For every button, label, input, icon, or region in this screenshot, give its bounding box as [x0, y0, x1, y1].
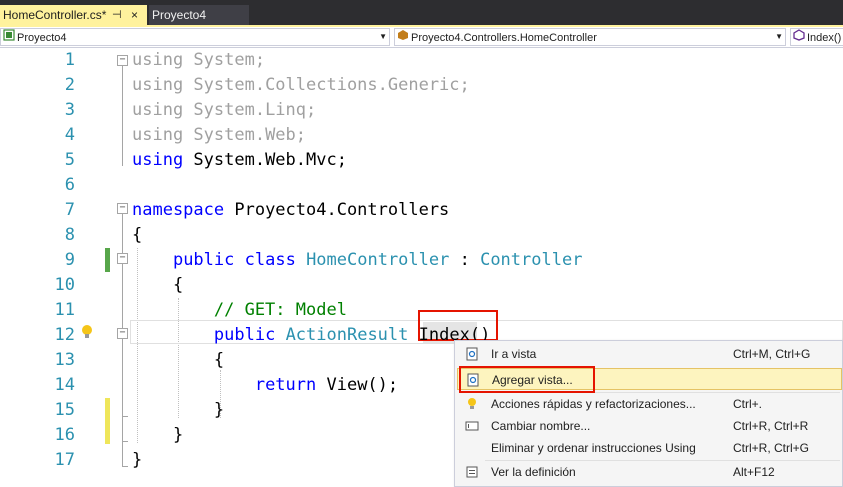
- code-text: using System.Web.Mvc;: [132, 150, 347, 170]
- line-number: 6: [64, 175, 75, 195]
- menu-item-label: Ver la definición: [491, 465, 576, 479]
- code-text: public class HomeController : Controller: [172, 250, 583, 270]
- code-text: {: [132, 350, 225, 370]
- menu-item-shortcut: Alt+F12: [733, 465, 775, 479]
- menu-item-shortcut: Ctrl+.: [733, 397, 763, 411]
- code-line: 4 using System.Web;: [0, 123, 843, 148]
- code-line: 3 using System.Linq;: [0, 98, 843, 123]
- tab-homecontroller[interactable]: HomeController.cs* ⊣ ×: [0, 5, 147, 25]
- menu-item-label: Cambiar nombre...: [491, 419, 591, 433]
- line-number: 10: [54, 275, 75, 295]
- peek-definition-icon: [466, 466, 478, 478]
- line-number: 14: [54, 375, 75, 395]
- pin-icon[interactable]: ⊣: [112, 5, 122, 25]
- line-number: 17: [54, 450, 75, 470]
- menu-item-eliminar-using[interactable]: Eliminar y ordenar instrucciones Using C…: [457, 437, 842, 459]
- context-menu: Ir a vista Ctrl+M, Ctrl+G Agregar vista.…: [454, 340, 843, 487]
- code-line: 7 namespace Proyecto4.Controllers: [0, 198, 843, 223]
- code-text: using System.Collections.Generic;: [132, 75, 470, 95]
- code-line: 5 using System.Web.Mvc;: [0, 148, 843, 173]
- class-dropdown-label: Proyecto4.Controllers.HomeController: [411, 32, 597, 44]
- project-dropdown[interactable]: Proyecto4 ▼: [0, 28, 390, 46]
- menu-item-label: Eliminar y ordenar instrucciones Using: [491, 441, 696, 455]
- dropdown-arrow-icon: ▼: [379, 32, 387, 41]
- line-number: 2: [64, 75, 75, 95]
- line-number: 16: [54, 425, 75, 445]
- code-text: }: [132, 400, 225, 420]
- menu-item-acciones-rapidas[interactable]: Acciones rápidas y refactorizaciones... …: [457, 393, 842, 415]
- code-text: {: [132, 275, 184, 295]
- line-number: 11: [54, 300, 75, 320]
- go-to-view-icon: [466, 347, 478, 361]
- member-dropdown[interactable]: Index(): [790, 28, 843, 46]
- dropdown-arrow-icon: ▼: [775, 32, 783, 41]
- menu-item-ver-definicion[interactable]: Ver la definición Alt+F12: [457, 461, 842, 483]
- agregar-vista-callout-box: [459, 366, 595, 393]
- menu-item-shortcut: Ctrl+M, Ctrl+G: [733, 347, 811, 361]
- code-text: using System;: [132, 50, 266, 70]
- code-text: using System.Linq;: [132, 100, 317, 120]
- code-line: 1 using System;: [0, 48, 843, 73]
- line-number: 5: [64, 150, 75, 170]
- line-number: 3: [64, 100, 75, 120]
- line-number: 9: [64, 250, 75, 270]
- navigation-bar: Proyecto4 ▼ Proyecto4.Controllers.HomeCo…: [0, 27, 843, 48]
- code-text: }: [132, 425, 184, 445]
- code-comment: // GET: Model: [132, 300, 347, 320]
- code-line: 6: [0, 173, 843, 198]
- code-text: public ActionResult Index(): [213, 325, 491, 345]
- menu-item-label: Ir a vista: [491, 347, 537, 361]
- method-icon: [793, 29, 807, 45]
- line-number: 12: [54, 325, 75, 345]
- member-dropdown-label: Index(): [807, 32, 842, 44]
- menu-item-shortcut: Ctrl+R, Ctrl+R: [733, 419, 809, 433]
- document-tab-strip: HomeController.cs* ⊣ × Proyecto4: [0, 0, 843, 27]
- project-dropdown-label: Proyecto4: [17, 32, 67, 44]
- code-text: {: [132, 225, 143, 245]
- code-line: 10 {: [0, 273, 843, 298]
- rename-icon: [465, 421, 479, 431]
- menu-item-shortcut: Ctrl+R, Ctrl+G: [733, 441, 810, 455]
- class-dropdown[interactable]: Proyecto4.Controllers.HomeController ▼: [394, 28, 786, 46]
- menu-item-label: Acciones rápidas y refactorizaciones...: [491, 397, 696, 411]
- line-number: 13: [54, 350, 75, 370]
- class-icon: [397, 29, 411, 45]
- tab-label: HomeController.cs*: [3, 8, 107, 22]
- code-text: return View();: [254, 375, 399, 395]
- line-number: 1: [64, 50, 75, 70]
- lightbulb-icon: [468, 398, 476, 409]
- tab-proyecto4[interactable]: Proyecto4: [149, 5, 249, 25]
- line-number: 15: [54, 400, 75, 420]
- code-text: }: [132, 450, 143, 470]
- line-number: 8: [64, 225, 75, 245]
- menu-item-cambiar-nombre[interactable]: Cambiar nombre... Ctrl+R, Ctrl+R: [457, 415, 842, 437]
- code-line: 8 {: [0, 223, 843, 248]
- code-line: 11 // GET: Model: [0, 298, 843, 323]
- code-line: 2 using System.Collections.Generic;: [0, 73, 843, 98]
- line-number: 4: [64, 125, 75, 145]
- menu-item-ir-a-vista[interactable]: Ir a vista Ctrl+M, Ctrl+G: [457, 343, 842, 365]
- tab-label: Proyecto4: [152, 8, 207, 22]
- code-line: 9 public class HomeController : Controll…: [0, 248, 843, 273]
- close-icon[interactable]: ×: [131, 5, 138, 25]
- code-text: namespace Proyecto4.Controllers: [132, 200, 450, 220]
- csharp-project-icon: [3, 29, 17, 45]
- code-text: using System.Web;: [132, 125, 307, 145]
- line-number: 7: [64, 200, 75, 220]
